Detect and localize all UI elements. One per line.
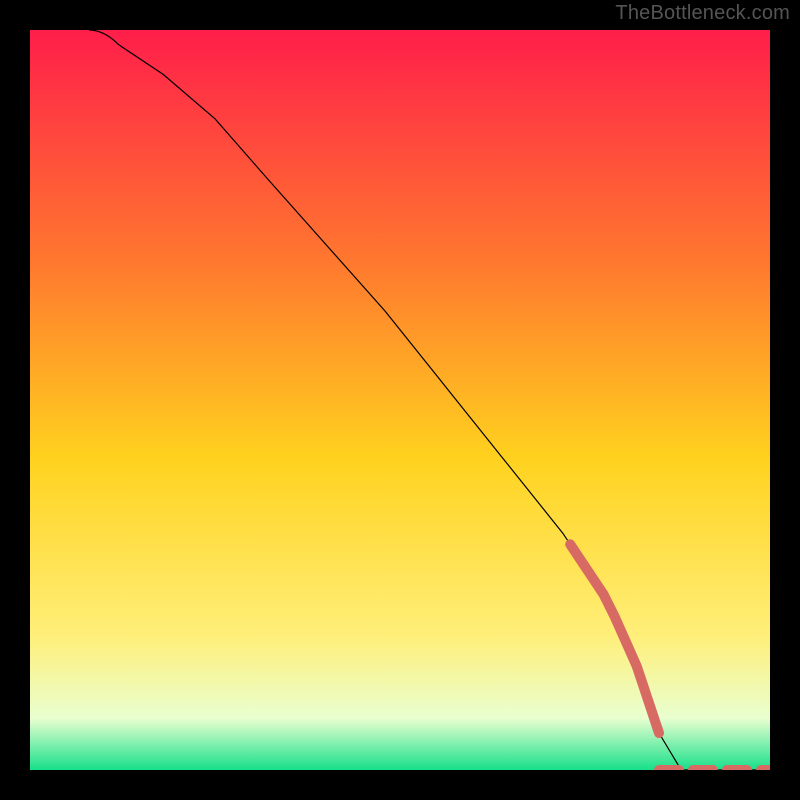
attribution-label: TheBottleneck.com (615, 2, 790, 25)
gradient-background (30, 30, 770, 770)
plot-frame (30, 30, 770, 770)
chart-container: TheBottleneck.com (0, 0, 800, 800)
plot-svg (30, 30, 770, 770)
